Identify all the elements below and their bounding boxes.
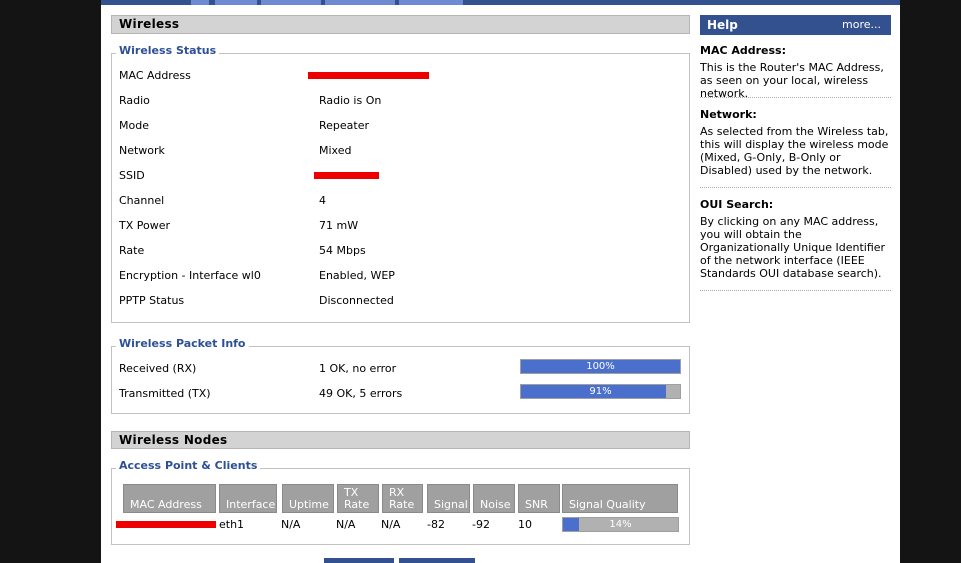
nav-tab[interactable] (191, 0, 209, 5)
help-heading: Network: (700, 108, 757, 121)
column-header-mac-address[interactable]: MAC Address (123, 484, 216, 513)
column-header-label: RX Rate (389, 486, 415, 511)
tx-meter: 91% (520, 384, 681, 399)
nav-tab[interactable] (261, 0, 321, 5)
help-item-network: Network: As selected from the Wireless t… (700, 108, 891, 188)
client-interface-value: eth1 (219, 518, 245, 531)
tx-power-value: 71 mW (319, 219, 359, 232)
encryption-value: Enabled, WEP (319, 269, 395, 282)
main-page: Wireless Wireless Status MAC Address Rad… (101, 0, 900, 563)
column-header-signal-quality[interactable]: Signal Quality (562, 484, 678, 513)
rate-label: Rate (119, 244, 145, 257)
redacted-mac-address (308, 72, 429, 79)
channel-label: Channel (119, 194, 165, 207)
client-tx-rate-value: N/A (336, 518, 356, 531)
rx-value: 1 OK, no error (319, 362, 397, 375)
redacted-client-mac (116, 521, 216, 528)
column-header-label: Signal (434, 498, 468, 511)
column-header-uptime[interactable]: Uptime (282, 484, 334, 513)
packet-info-fieldset (111, 346, 690, 414)
tx-meter-text: 91% (589, 386, 612, 397)
client-rx-rate-value: N/A (381, 518, 401, 531)
client-noise-value: -92 (472, 518, 490, 531)
help-heading: OUI Search: (700, 198, 774, 211)
help-title: Help (707, 18, 738, 32)
refresh-button[interactable] (399, 558, 475, 563)
nav-tab[interactable] (215, 0, 257, 5)
signal-quality-meter-text: 14% (609, 519, 632, 530)
redacted-ssid (314, 172, 379, 179)
column-header-label: MAC Address (130, 498, 202, 511)
tx-value: 49 OK, 5 errors (319, 387, 403, 400)
column-header-tx-rate[interactable]: TX Rate (337, 484, 379, 513)
help-more-link[interactable]: more... (842, 15, 881, 35)
mode-value: Repeater (319, 119, 370, 132)
help-heading: MAC Address: (700, 44, 787, 57)
help-item-mac-address: MAC Address: This is the Router's MAC Ad… (700, 44, 891, 100)
help-text: As selected from the Wireless tab, this … (700, 125, 889, 177)
column-header-label: Signal Quality (569, 498, 646, 511)
access-point-clients-legend: Access Point & Clients (116, 459, 261, 472)
wireless-status-fieldset (111, 53, 690, 323)
channel-value: 4 (319, 194, 326, 207)
rate-value: 54 Mbps (319, 244, 366, 257)
pptp-status-value: Disconnected (319, 294, 394, 307)
tx-power-label: TX Power (119, 219, 171, 232)
column-header-snr[interactable]: SNR (518, 484, 560, 513)
mode-label: Mode (119, 119, 149, 132)
encryption-label: Encryption - Interface wl0 (119, 269, 261, 282)
help-item-oui-search: OUI Search: By clicking on any MAC addre… (700, 198, 891, 291)
column-header-label: Noise (480, 498, 511, 511)
mac-address-label: MAC Address (119, 69, 191, 82)
column-header-label: SNR (525, 498, 548, 511)
column-header-rx-rate[interactable]: RX Rate (382, 484, 423, 513)
column-header-noise[interactable]: Noise (473, 484, 515, 513)
signal-quality-meter: 14% (562, 517, 679, 532)
help-text: By clicking on any MAC address, you will… (700, 215, 886, 280)
wireless-status-legend: Wireless Status (116, 44, 220, 57)
rx-meter-text: 100% (586, 361, 615, 372)
ssid-label: SSID (119, 169, 145, 182)
client-signal-value: -82 (427, 518, 445, 531)
column-header-label: Uptime (289, 498, 329, 511)
radio-value: Radio is On (319, 94, 382, 107)
client-uptime-value: N/A (281, 518, 301, 531)
packet-info-legend: Wireless Packet Info (116, 337, 249, 350)
column-header-label: TX Rate (344, 486, 370, 511)
rx-label: Received (RX) (119, 362, 197, 375)
tx-label: Transmitted (TX) (119, 387, 211, 400)
client-snr-value: 10 (518, 518, 532, 531)
wireless-section-title: Wireless (111, 15, 690, 34)
help-panel-header: Help more... (700, 15, 891, 35)
network-value: Mixed (319, 144, 352, 157)
column-header-interface[interactable]: Interface (219, 484, 277, 513)
wireless-nodes-section-title: Wireless Nodes (111, 431, 690, 449)
column-header-label: Interface (226, 498, 276, 511)
nav-tab[interactable] (399, 0, 463, 5)
save-button[interactable] (324, 558, 394, 563)
top-navigation-bar (101, 0, 900, 5)
network-label: Network (119, 144, 165, 157)
nav-tab[interactable] (325, 0, 395, 5)
column-header-signal[interactable]: Signal (427, 484, 470, 513)
rx-meter: 100% (520, 359, 681, 374)
pptp-status-label: PPTP Status (119, 294, 185, 307)
help-text: This is the Router's MAC Address, as see… (700, 61, 884, 100)
radio-label: Radio (119, 94, 150, 107)
